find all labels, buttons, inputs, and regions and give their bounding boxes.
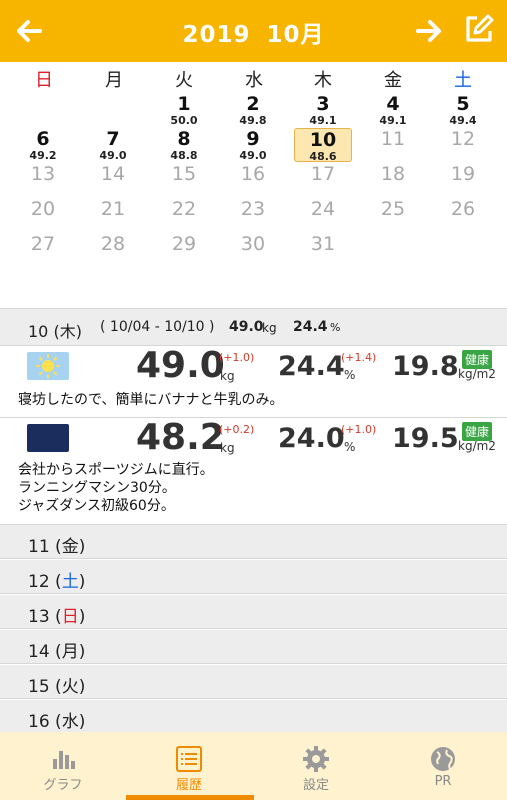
weekday-tue: 火 bbox=[175, 70, 193, 91]
evening-bmi: 19.5 bbox=[392, 423, 459, 454]
evening-fat-delta: (+1.0) bbox=[341, 423, 377, 436]
week-avg-fat: 24.4 bbox=[293, 319, 328, 335]
gear-icon bbox=[303, 746, 329, 772]
day-row-11[interactable]: 11 (金) bbox=[0, 525, 507, 559]
morning-fat: 24.4 bbox=[278, 351, 345, 382]
calendar-day[interactable]: 24 bbox=[292, 198, 354, 220]
year-label: 2019 bbox=[182, 22, 251, 48]
morning-weight-unit: kg bbox=[220, 369, 235, 383]
day-row-label: 14 (月) bbox=[28, 642, 86, 662]
calendar-day[interactable]: 21 bbox=[82, 198, 144, 220]
calendar-day[interactable]: 5 49.4 bbox=[432, 93, 494, 127]
globe-icon bbox=[431, 747, 455, 771]
calendar-day[interactable]: 31 bbox=[292, 233, 354, 255]
bar-chart-icon bbox=[53, 751, 75, 769]
arrow-right-icon[interactable] bbox=[412, 14, 446, 48]
morning-weight: 49.0 bbox=[136, 345, 225, 386]
evening-bmi-unit: kg/m2 bbox=[458, 439, 496, 453]
morning-fat-unit: % bbox=[344, 368, 356, 382]
nav-pr[interactable]: PR bbox=[380, 732, 506, 800]
day-row-label: 16 (水) bbox=[28, 712, 86, 732]
day-row-14[interactable]: 14 (月) bbox=[0, 630, 507, 664]
calendar-day[interactable]: 25 bbox=[362, 198, 424, 220]
day-row-15[interactable]: 15 (火) bbox=[0, 665, 507, 699]
day-row-12[interactable]: 12 (土) bbox=[0, 560, 507, 594]
nav-history[interactable]: 履歴 bbox=[126, 732, 252, 800]
evening-memo: 会社からスポーツジムに直行。 ランニングマシン30分。 ジャズダンス初級60分。 bbox=[18, 462, 214, 514]
month-label: 10月 bbox=[266, 22, 325, 48]
calendar-day[interactable]: 4 49.1 bbox=[362, 93, 424, 127]
edit-icon[interactable] bbox=[462, 12, 496, 46]
week-avg-weight: 49.0 bbox=[229, 319, 264, 335]
calendar-day[interactable]: 16 bbox=[222, 163, 284, 185]
evening-weight-unit: kg bbox=[220, 441, 235, 455]
weekday-thu: 木 bbox=[314, 70, 332, 91]
day-row-label: 12 (土) bbox=[28, 572, 86, 592]
calendar-day[interactable]: 6 49.2 bbox=[12, 128, 74, 162]
nav-history-label: 履歴 bbox=[175, 778, 202, 793]
nav-settings-label: 設定 bbox=[302, 778, 329, 793]
calendar-day[interactable]: 19 bbox=[432, 163, 494, 185]
weekday-wed: 水 bbox=[245, 70, 263, 91]
day-row-label: 15 (火) bbox=[28, 677, 86, 697]
morning-entry[interactable]: 49.0 (+1.0) kg 24.4 (+1.4) % 19.8 健康 kg/… bbox=[0, 345, 507, 417]
calendar-day[interactable]: 27 bbox=[12, 233, 74, 255]
week-fat-unit: % bbox=[330, 321, 341, 334]
morning-bmi-unit: kg/m2 bbox=[458, 367, 496, 381]
nav-settings[interactable]: 設定 bbox=[253, 732, 379, 800]
day-row-label: 13 (日) bbox=[28, 607, 86, 627]
calendar-day[interactable]: 28 bbox=[82, 233, 144, 255]
calendar-day[interactable]: 13 bbox=[12, 163, 74, 185]
calendar-day[interactable]: 30 bbox=[222, 233, 284, 255]
morning-bmi: 19.8 bbox=[392, 351, 459, 382]
evening-fat: 24.0 bbox=[278, 423, 345, 454]
calendar-day[interactable]: 22 bbox=[153, 198, 215, 220]
nav-graph-label: グラフ bbox=[43, 778, 83, 793]
active-tab-indicator bbox=[126, 795, 254, 800]
calendar-day[interactable]: 12 bbox=[432, 128, 494, 150]
week-weight-unit: kg bbox=[262, 321, 277, 335]
month-calendar: 日 月 火 水 木 金 土 1 50.0 2 49.8 3 49.1 4 49.1 54… bbox=[0, 62, 507, 308]
calendar-day[interactable]: 2 49.8 bbox=[222, 93, 284, 127]
moon-icon bbox=[27, 424, 69, 452]
day-row-13[interactable]: 13 (日) bbox=[0, 595, 507, 629]
calendar-day[interactable]: 3 49.1 bbox=[292, 93, 354, 127]
list-icon bbox=[176, 746, 202, 772]
weekday-sat: 土 bbox=[454, 70, 472, 91]
app-header: 2019 10月 bbox=[0, 0, 507, 62]
selected-day-header: 10 (木) ( 10/04 - 10/10 ) 49.0 kg 24.4 % bbox=[0, 309, 507, 345]
calendar-day[interactable]: 1 50.0 bbox=[153, 93, 215, 127]
evening-weight: 48.2 bbox=[136, 417, 225, 458]
morning-weight-delta: (+1.0) bbox=[219, 351, 255, 364]
weekday-mon: 月 bbox=[105, 70, 123, 91]
calendar-day[interactable]: 26 bbox=[432, 198, 494, 220]
evening-fat-unit: % bbox=[344, 440, 356, 454]
bottom-nav: グラフ 履歴 設定 PR bbox=[0, 732, 507, 800]
nav-pr-label: PR bbox=[434, 774, 452, 789]
calendar-day[interactable]: 8 48.8 bbox=[153, 128, 215, 162]
day-row-16[interactable]: 16 (水) bbox=[0, 700, 507, 732]
calendar-day[interactable]: 29 bbox=[153, 233, 215, 255]
calendar-day[interactable]: 18 bbox=[362, 163, 424, 185]
calendar-day[interactable]: 15 bbox=[153, 163, 215, 185]
morning-memo: 寝坊したので、簡単にバナナと牛乳のみ。 bbox=[18, 392, 284, 408]
calendar-day[interactable]: 20 bbox=[12, 198, 74, 220]
calendar-day[interactable]: 14 bbox=[82, 163, 144, 185]
morning-fat-delta: (+1.4) bbox=[341, 351, 377, 364]
calendar-day[interactable]: 11 bbox=[362, 128, 424, 150]
week-range-label: ( 10/04 - 10/10 ) bbox=[100, 319, 215, 335]
day-row-label: 11 (金) bbox=[28, 537, 86, 557]
sun-icon bbox=[27, 352, 69, 380]
calendar-day[interactable]: 7 49.0 bbox=[82, 128, 144, 162]
evening-entry[interactable]: 48.2 (+0.2) kg 24.0 (+1.0) % 19.5 健康 kg/… bbox=[0, 417, 507, 524]
weekday-sun: 日 bbox=[35, 70, 53, 91]
evening-weight-delta: (+0.2) bbox=[219, 423, 255, 436]
weekday-fri: 金 bbox=[384, 70, 402, 91]
calendar-day[interactable]: 17 bbox=[292, 163, 354, 185]
calendar-day-today[interactable]: 10 48.6 bbox=[294, 128, 352, 163]
selected-day-label: 10 (木) bbox=[28, 322, 82, 341]
calendar-day[interactable]: 9 49.0 bbox=[222, 128, 284, 162]
calendar-day[interactable]: 23 bbox=[222, 198, 284, 220]
nav-graph[interactable]: グラフ bbox=[0, 732, 126, 800]
